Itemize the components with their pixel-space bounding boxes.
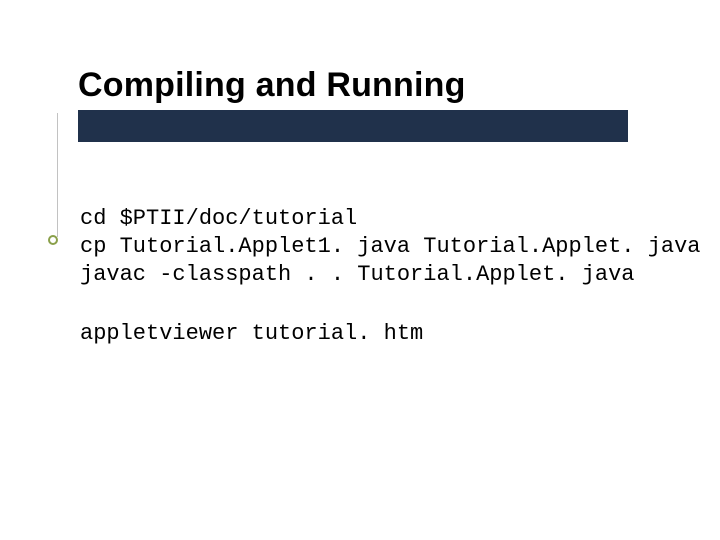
decorative-line	[57, 113, 58, 237]
title-underline-bar	[78, 110, 628, 142]
bullet-icon	[48, 235, 58, 245]
code-block-1: cd $PTII/doc/tutorial cp Tutorial.Applet…	[80, 205, 701, 289]
slide-title: Compiling and Running	[78, 66, 466, 105]
title-area: Compiling and Running	[78, 66, 466, 105]
slide: Compiling and Running cd $PTII/doc/tutor…	[0, 0, 720, 540]
code-block-2: appletviewer tutorial. htm	[80, 320, 423, 348]
